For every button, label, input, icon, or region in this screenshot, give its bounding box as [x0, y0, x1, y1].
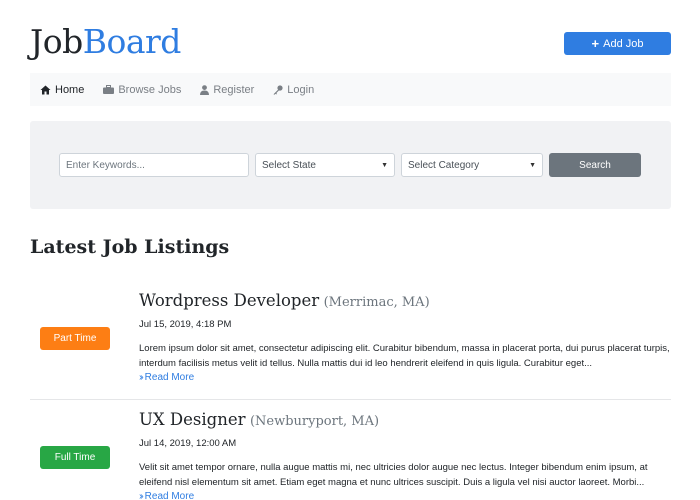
job-location: (Merrimac, MA) [323, 295, 430, 310]
user-icon [200, 84, 210, 95]
logo-part-board: Board [82, 22, 182, 61]
job-title-text: Wordpress Developer [139, 291, 320, 310]
state-select-value: Select State [262, 159, 316, 171]
nav-item-register[interactable]: Register [200, 84, 254, 96]
job-date: Jul 15, 2019, 4:18 PM [139, 319, 232, 330]
nav-label-browse-jobs: Browse Jobs [118, 83, 182, 96]
category-select-value: Select Category [408, 159, 480, 171]
keywords-input[interactable]: Enter Keywords... [59, 153, 249, 177]
site-logo[interactable]: JobBoard [30, 22, 181, 62]
search-button-label: Search [579, 159, 611, 171]
search-button[interactable]: Search [549, 153, 641, 177]
key-icon [273, 84, 283, 95]
job-title: Wordpress Developer (Merrimac, MA) [139, 291, 430, 311]
nav-item-browse-jobs[interactable]: Browse Jobs [103, 84, 181, 96]
search-panel: Enter Keywords... Select State ▼ Select … [30, 121, 671, 209]
job-type-badge: Part Time [40, 327, 110, 350]
caret-down-icon: ▼ [381, 161, 388, 169]
job-type-label: Part Time [53, 333, 97, 344]
job-date: Jul 14, 2019, 12:00 AM [139, 438, 237, 449]
add-job-button[interactable]: + Add Job [564, 32, 671, 55]
section-title: Latest Job Listings [30, 236, 230, 258]
read-more-label: Read More [144, 491, 195, 500]
nav-item-home[interactable]: Home [40, 84, 84, 96]
add-job-label: Add Job [603, 37, 644, 50]
job-title-text: UX Designer [139, 410, 246, 429]
read-more-link[interactable]: ›› Read More [139, 372, 194, 383]
double-chevron-right-icon: ›› [139, 372, 143, 383]
double-chevron-right-icon: ›› [139, 491, 143, 500]
job-location: (Newburyport, MA) [249, 414, 380, 429]
read-more-link[interactable]: ›› Read More [139, 491, 194, 500]
read-more-label: Read More [144, 372, 195, 383]
nav-label-login: Login [287, 83, 315, 96]
job-title: UX Designer (Newburyport, MA) [139, 410, 379, 430]
home-icon [40, 85, 51, 95]
nav-item-login[interactable]: Login [273, 84, 314, 96]
caret-down-icon: ▼ [529, 161, 536, 169]
job-description: Lorem ipsum dolor sit amet, consectetur … [139, 343, 670, 369]
plus-icon: + [591, 36, 600, 51]
job-type-badge: Full Time [40, 446, 110, 469]
state-select[interactable]: Select State ▼ [255, 153, 395, 177]
nav-label-register: Register [213, 83, 255, 96]
job-description: Velit sit amet tempor ornare, nulla augu… [139, 462, 648, 488]
briefcase-icon [103, 85, 115, 94]
keywords-placeholder: Enter Keywords... [66, 159, 145, 171]
logo-part-job: Job [30, 22, 83, 61]
listing-divider [30, 399, 671, 400]
nav-label-home: Home [55, 83, 85, 96]
navbar: Home Browse Jobs Register Login [30, 73, 671, 106]
job-type-label: Full Time [54, 452, 96, 463]
category-select[interactable]: Select Category ▼ [401, 153, 543, 177]
